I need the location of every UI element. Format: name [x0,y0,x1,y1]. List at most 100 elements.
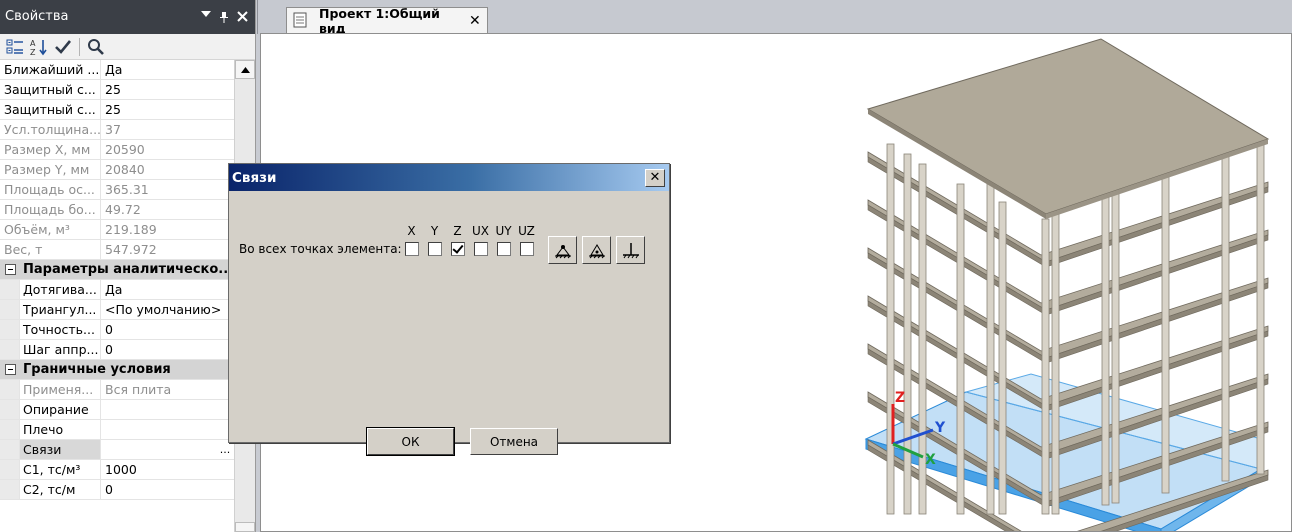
property-key: C1, тс/м³ [20,460,101,479]
category-label: Параметры аналитическо... [23,262,234,277]
y-axis-label: Y [934,420,946,436]
property-value[interactable] [101,420,234,439]
property-value: 37 [105,122,121,137]
column [1111,143,1120,504]
property-key: Ближайший ... [0,60,101,79]
hinged-support-icon [554,245,571,259]
dof-uy: UY [492,224,515,256]
property-key: Защитный с... [0,80,101,99]
dof-label: UX [471,224,489,238]
apply-check-icon[interactable] [51,36,75,58]
property-row: Усл.толщина... 37 [0,120,234,140]
property-row[interactable]: Защитный с... 25 [0,80,234,100]
scroll-up-icon[interactable] [235,60,255,79]
dialog-title: Связи [232,169,277,186]
category-analytic[interactable]: Параметры аналитическо... [0,260,234,280]
property-value[interactable] [101,400,234,419]
property-key: Опирание [20,400,101,419]
property-value: 547.972 [105,242,157,257]
collapse-icon[interactable] [0,260,20,279]
property-key: Шаг аппр... [20,340,101,359]
dof-checkboxes: X Y Z UX UY UZ [400,224,538,256]
property-row[interactable]: Плечо [0,420,234,440]
dialog-titlebar[interactable]: Связи ✕ [229,164,669,191]
property-row: Применя... Вся плита [0,380,234,400]
property-value: 219.189 [105,222,157,237]
property-value: 49.72 [105,202,141,217]
property-value: 365.31 [105,182,149,197]
property-key: Размер Y, мм [0,160,101,179]
property-value[interactable]: Да [101,60,234,79]
property-value[interactable]: 25 [101,100,234,119]
property-key: Дотягива... [20,280,101,299]
property-row[interactable]: C1, тс/м³ 1000 [0,460,234,480]
dof-label: UZ [518,224,535,238]
dialog-close-icon[interactable]: ✕ [645,168,665,187]
dof-ux: UX [469,224,492,256]
property-value[interactable]: <По умолчанию> [101,300,234,319]
dof-x: X [400,224,423,256]
property-key: Площадь бо... [0,200,101,219]
column [986,173,995,515]
fixed-support-icon [588,244,605,259]
property-key: Связи [20,440,101,459]
property-row[interactable]: Опирание [0,400,234,420]
scroll-down-button[interactable] [235,522,255,532]
column [886,143,895,515]
collapse-icon[interactable] [0,360,20,379]
dropdown-icon[interactable] [197,9,215,18]
property-value[interactable]: 25 [101,80,234,99]
search-icon[interactable] [84,36,108,58]
property-key: Точность... [20,320,101,339]
property-value[interactable]: 1000 [101,460,234,479]
column [956,183,965,515]
property-value[interactable]: 0 [101,320,234,339]
categorized-view-icon[interactable] [3,36,27,58]
property-row[interactable]: Ближайший ... Да [0,60,234,80]
property-value[interactable]: 0 [101,480,234,499]
checkbox-x[interactable] [404,242,419,256]
property-grid: Ближайший ... Да Защитный с... 25 Защитный… [0,60,234,500]
svg-text:Z: Z [30,48,36,56]
dof-z: Z [446,224,469,256]
checkbox-ux[interactable] [473,242,488,256]
property-row: Объём, м³ 219.189 [0,220,234,240]
property-value: 20840 [105,162,145,177]
fixed-support-button[interactable] [582,236,611,264]
property-row[interactable]: Защитный с... 25 [0,100,234,120]
pin-icon[interactable] [215,9,233,23]
property-value: 20590 [105,142,145,157]
property-row[interactable]: Триангул... <По умолчанию> [0,300,234,320]
close-icon[interactable] [233,9,251,22]
property-row[interactable]: Точность... 0 [0,320,234,340]
property-row[interactable]: Шаг аппр... 0 [0,340,234,360]
dof-label: X [407,224,416,238]
close-tab-icon[interactable]: ✕ [469,13,487,29]
column [1041,218,1050,515]
toolbar-separator [79,37,80,56]
properties-toolbar: AZ [0,34,255,60]
clamped-support-icon [622,243,639,259]
property-value[interactable]: Да [101,280,234,299]
hinged-support-button[interactable] [548,236,577,264]
ok-button[interactable]: ОК [366,427,455,456]
property-row-selected[interactable]: Связи... [0,440,234,460]
checkbox-z[interactable] [450,242,465,256]
checkbox-y[interactable] [427,242,442,256]
cancel-button[interactable]: Отмена [470,428,558,455]
checkbox-uy[interactable] [496,242,511,256]
property-value[interactable]: ... [101,440,234,459]
category-boundary[interactable]: Граничные условия [0,360,234,380]
property-row[interactable]: Дотягива... Да [0,280,234,300]
properties-titlebar: Свойства [0,0,255,34]
sort-az-icon[interactable]: AZ [27,36,51,58]
constraints-dialog: Связи ✕ Во всех точках элемента: X Y Z U… [228,163,670,456]
property-value[interactable]: 0 [101,340,234,359]
z-axis-label: Z [895,390,905,406]
property-row: Площадь ос... 365.31 [0,180,234,200]
tab-project-view[interactable]: Проект 1:Общий вид ✕ [286,6,488,36]
dof-label: UY [495,224,512,238]
checkbox-uz[interactable] [519,242,534,256]
clamped-support-button[interactable] [616,236,645,264]
property-row[interactable]: C2, тс/м 0 [0,480,234,500]
